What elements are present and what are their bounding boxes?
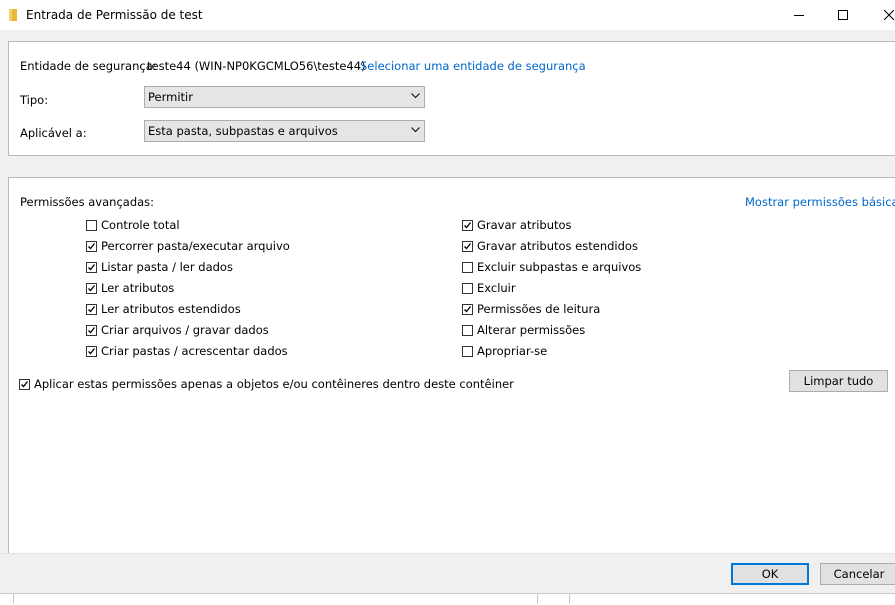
minimize-button[interactable] xyxy=(776,0,822,30)
checkbox[interactable] xyxy=(86,240,97,252)
permission-label: Criar arquivos / gravar dados xyxy=(101,323,269,337)
checkbox[interactable] xyxy=(462,324,473,336)
permission-write-attributes[interactable]: Gravar atributos xyxy=(462,217,572,233)
permission-traverse-folder[interactable]: Percorrer pasta/executar arquivo xyxy=(86,238,290,254)
permission-label: Criar pastas / acrescentar dados xyxy=(101,344,288,358)
chevron-down-icon xyxy=(411,93,420,99)
permission-write-extended-attributes[interactable]: Gravar atributos estendidos xyxy=(462,238,638,254)
permission-take-ownership[interactable]: Apropriar-se xyxy=(462,343,547,359)
principal-value: teste44 (WIN-NP0KGCMLO56\teste44) xyxy=(147,59,366,73)
window-title: Entrada de Permissão de test xyxy=(26,8,203,22)
permission-delete-subfolders[interactable]: Excluir subpastas e arquivos xyxy=(462,259,641,275)
close-icon xyxy=(884,10,894,20)
permission-label: Ler atributos xyxy=(101,281,175,295)
permission-label: Percorrer pasta/executar arquivo xyxy=(101,239,290,253)
permission-label: Alterar permissões xyxy=(477,323,586,337)
divider xyxy=(569,593,570,604)
permission-label: Controle total xyxy=(101,218,180,232)
apply-only-container-option[interactable]: Aplicar estas permissões apenas a objeto… xyxy=(19,376,514,392)
minimize-icon xyxy=(794,15,804,16)
permission-read-extended-attributes[interactable]: Ler atributos estendidos xyxy=(86,301,241,317)
check-icon xyxy=(88,284,96,291)
check-icon xyxy=(464,305,472,312)
applies-to-value: Esta pasta, subpastas e arquivos xyxy=(148,124,338,138)
principal-panel: Entidade de segurança: teste44 (WIN-NP0K… xyxy=(8,41,895,156)
advanced-permissions-panel: Permissões avançadas: Mostrar permissões… xyxy=(8,177,895,554)
folder-icon xyxy=(9,9,17,21)
ok-button[interactable]: OK xyxy=(731,563,809,585)
checkbox[interactable] xyxy=(462,303,473,315)
checkbox[interactable] xyxy=(86,345,97,357)
background-window-strip xyxy=(0,593,895,605)
permission-full-control[interactable]: Controle total xyxy=(86,217,180,233)
check-icon xyxy=(88,242,96,249)
maximize-button[interactable] xyxy=(820,0,866,30)
show-basic-permissions-link[interactable]: Mostrar permissões básicas xyxy=(745,195,895,209)
permission-create-files[interactable]: Criar arquivos / gravar dados xyxy=(86,322,269,338)
permission-read-attributes[interactable]: Ler atributos xyxy=(86,280,174,296)
permission-label: Permissões de leitura xyxy=(477,302,601,316)
checkbox[interactable] xyxy=(86,282,97,294)
advanced-permissions-label: Permissões avançadas: xyxy=(20,195,155,209)
checkbox[interactable] xyxy=(462,261,473,273)
permission-label: Excluir subpastas e arquivos xyxy=(477,260,642,274)
checkbox[interactable] xyxy=(86,261,97,273)
checkbox[interactable] xyxy=(462,240,473,252)
checkbox[interactable] xyxy=(86,324,97,336)
check-icon xyxy=(88,326,96,333)
check-icon xyxy=(464,242,472,249)
permission-label: Gravar atributos xyxy=(477,218,572,232)
close-button[interactable] xyxy=(866,0,895,30)
select-principal-link[interactable]: Selecionar uma entidade de segurança xyxy=(360,59,586,73)
maximize-icon xyxy=(838,10,848,20)
permission-delete[interactable]: Excluir xyxy=(462,280,516,296)
permission-create-folders[interactable]: Criar pastas / acrescentar dados xyxy=(86,343,288,359)
check-icon xyxy=(88,347,96,354)
checkbox[interactable] xyxy=(86,303,97,315)
checkbox[interactable] xyxy=(462,345,473,357)
check-icon xyxy=(464,221,472,228)
checkbox[interactable] xyxy=(19,378,30,390)
principal-label: Entidade de segurança: xyxy=(20,59,157,73)
permission-label: Gravar atributos estendidos xyxy=(477,239,638,253)
permission-label: Listar pasta / ler dados xyxy=(101,260,233,274)
cancel-button[interactable]: Cancelar xyxy=(820,563,895,585)
checkbox[interactable] xyxy=(462,219,473,231)
check-icon xyxy=(21,380,29,387)
checkbox[interactable] xyxy=(462,282,473,294)
divider xyxy=(13,593,14,604)
title-bar: Entrada de Permissão de test xyxy=(0,0,895,30)
chevron-down-icon xyxy=(411,127,420,133)
permission-label: Ler atributos estendidos xyxy=(101,302,241,316)
checkbox[interactable] xyxy=(86,219,97,231)
apply-only-label: Aplicar estas permissões apenas a objeto… xyxy=(34,377,514,391)
applies-to-select[interactable]: Esta pasta, subpastas e arquivos xyxy=(144,120,425,142)
permission-read-permissions[interactable]: Permissões de leitura xyxy=(462,301,600,317)
check-icon xyxy=(88,305,96,312)
applies-to-label: Aplicável a: xyxy=(20,126,87,140)
permission-change-permissions[interactable]: Alterar permissões xyxy=(462,322,585,338)
permission-list-folder[interactable]: Listar pasta / ler dados xyxy=(86,259,233,275)
check-icon xyxy=(88,263,96,270)
divider xyxy=(537,593,538,604)
permission-label: Apropriar-se xyxy=(477,344,548,358)
permission-label: Excluir xyxy=(477,281,516,295)
type-label: Tipo: xyxy=(20,93,49,107)
clear-all-button[interactable]: Limpar tudo xyxy=(789,370,888,392)
type-value: Permitir xyxy=(148,90,193,104)
type-select[interactable]: Permitir xyxy=(144,86,425,108)
